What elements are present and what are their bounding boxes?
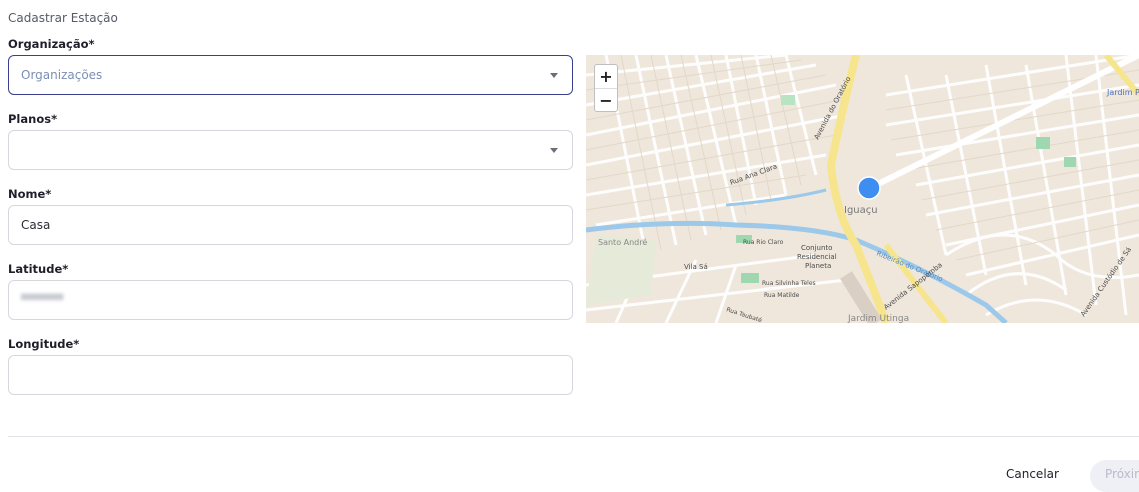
latitude-label: Latitude* (8, 262, 69, 276)
map-label: Jardim Utinga (847, 314, 909, 323)
organizacao-select[interactable]: Organizações (8, 55, 573, 95)
map-label: Rua Matilde (764, 292, 800, 299)
map-label: Santo André (598, 237, 647, 247)
next-button[interactable]: Próxim (1090, 460, 1139, 492)
latitude-input[interactable]: ▀▀▀▀▀ (8, 280, 573, 320)
chevron-down-icon (550, 148, 558, 153)
map-label: Residencial (797, 253, 837, 261)
organizacao-label: Organização* (8, 37, 95, 51)
map-label: Rua Silvinha Teles (762, 280, 816, 287)
nome-value: Casa (21, 218, 51, 232)
map-canvas[interactable]: Avenida do Oratório Rua Ana Clara Iguaçu… (586, 55, 1139, 323)
map-label: Conjunto (801, 244, 832, 252)
longitude-input[interactable] (8, 355, 573, 395)
cancel-button[interactable]: Cancelar (1006, 467, 1059, 481)
zoom-out-button[interactable]: − (595, 88, 617, 112)
organizacao-placeholder: Organizações (21, 68, 103, 82)
page-title: Cadastrar Estação (8, 11, 118, 25)
map-label: Jardim Planalto (1106, 88, 1139, 97)
chevron-down-icon (550, 73, 558, 78)
longitude-label: Longitude* (8, 337, 80, 351)
location-marker[interactable] (857, 176, 881, 200)
divider (8, 436, 1139, 437)
map-label: Vila Sá (684, 263, 708, 271)
zoom-in-button[interactable]: + (595, 65, 617, 88)
nome-label: Nome* (8, 187, 52, 201)
zoom-control: + − (594, 64, 618, 112)
map[interactable]: Avenida do Oratório Rua Ana Clara Iguaçu… (586, 55, 1139, 323)
nome-input[interactable]: Casa (8, 205, 573, 245)
planos-label: Planos* (8, 112, 58, 126)
planos-select[interactable] (8, 130, 573, 170)
map-label: Rua Rio Claro (743, 239, 784, 246)
map-label: Iguaçu (844, 205, 878, 216)
latitude-value-redacted: ▀▀▀▀▀ (21, 293, 64, 307)
map-label: Planeta (805, 262, 831, 270)
